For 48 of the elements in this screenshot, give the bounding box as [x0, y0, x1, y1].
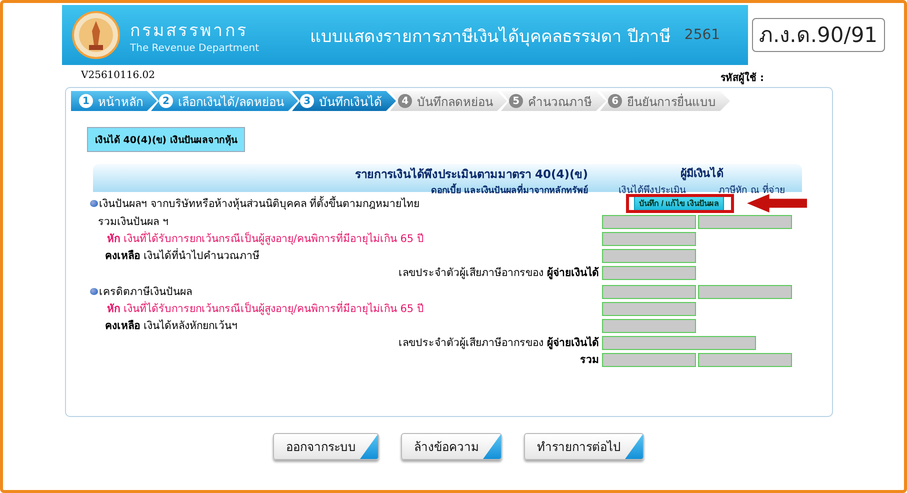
input-field[interactable] [602, 214, 696, 228]
field-label: หัก เงินที่ได้รับการยกเว้นกรณีเป็นผู้สูงอายุ/คนพิการที่มีอายุไม่เกิน 65 ปี [106, 300, 425, 317]
input-field[interactable] [602, 302, 696, 316]
bullet-icon [90, 288, 98, 295]
wizard-step[interactable]: 1 หน้าหลัก [71, 91, 157, 111]
field-label: รวมเงินปันผล ฯ [97, 215, 170, 230]
input-field[interactable] [698, 214, 792, 228]
user-id-label: รหัสผู้ใช้ : [720, 70, 764, 85]
wizard-step[interactable]: 6 ยืนยันการยื่นแบบ [600, 91, 730, 111]
field-label: เลขประจำตัวผู้เสียภาษีอากรของ ผู้จ่ายเงินได้ [398, 265, 600, 281]
form-title: แบบแสดงรายการภาษีเงินได้บุคคลธรรมดา ปีภาษี [310, 26, 670, 48]
form-code: ภ.ง.ด.90/91 [752, 18, 885, 52]
input-field[interactable] [602, 266, 696, 280]
input-field[interactable] [602, 336, 756, 350]
input-field[interactable] [602, 352, 696, 366]
bullet-icon [90, 200, 98, 207]
action-button[interactable]: ทำรายการต่อไป [524, 433, 644, 460]
column-group-header: ผู้มีเงินได้ [680, 166, 724, 182]
table-title: รายการเงินได้พึงประเมินตามมาตรา 40(4)(ข) [354, 166, 588, 182]
field-label: รวม [579, 353, 600, 368]
input-field[interactable] [602, 318, 696, 332]
tab[interactable]: เงินได้ 40(4)(ข) เงินปันผลจากหุ้น [87, 127, 245, 152]
field-label: หัก เงินที่ได้รับการยกเว้นกรณีเป็นผู้สูงอายุ/คนพิการที่มีอายุไม่เกิน 65 ปี [106, 230, 425, 247]
field-label: คงเหลือ เงินได้หลังหักยกเว้นฯ [104, 318, 238, 334]
action-button[interactable]: ออกจากระบบ [273, 433, 379, 460]
pointer-arrow [746, 194, 807, 212]
input-field[interactable] [602, 248, 696, 262]
field-label: เลขประจำตัวผู้เสียภาษีอากรของ ผู้จ่ายเงินได้ [398, 335, 600, 351]
input-field[interactable] [602, 232, 696, 246]
wizard-step[interactable]: 2 เลือกเงินได้/ลดหย่อน [151, 91, 298, 111]
wizard-step[interactable]: 4 บันทึกลดหย่อน [390, 91, 508, 111]
wizard-step[interactable]: 5 คำนวณภาษี [501, 91, 606, 111]
input-field[interactable] [602, 284, 696, 298]
input-field[interactable] [698, 352, 792, 366]
table-subtitle: ดอกเบี้ย และเงินปันผลที่มาจากหลักทรัพย์ [430, 182, 588, 196]
section-title: เครดิตภาษีเงินปันผล [99, 285, 192, 300]
column-header: ภาษีหัก ณ ที่จ่าย [717, 182, 787, 197]
tax-year: 2561 [684, 27, 720, 43]
version-label: V25610116.02 [81, 70, 156, 83]
input-field[interactable] [698, 284, 792, 298]
column-header: เงินได้พึงประเมิน [618, 184, 687, 197]
wizard-step[interactable]: 3 บันทึกเงินได้ [292, 91, 396, 111]
action-button[interactable]: ล้างข้อความ [401, 433, 502, 460]
org-name-english: The Revenue Department [130, 43, 260, 54]
section-title: เงินปันผลฯ จากบริษัทหรือห้างหุ้นส่วนนิติบุคคล ที่ตั้งขึ้นตามกฎหมายไทย [99, 195, 420, 212]
field-label: คงเหลือ เงินได้ที่นำไปคำนวณภาษี [104, 247, 260, 264]
org-name: กรมสรรพากร [130, 20, 249, 43]
emblem-icon [72, 11, 120, 59]
